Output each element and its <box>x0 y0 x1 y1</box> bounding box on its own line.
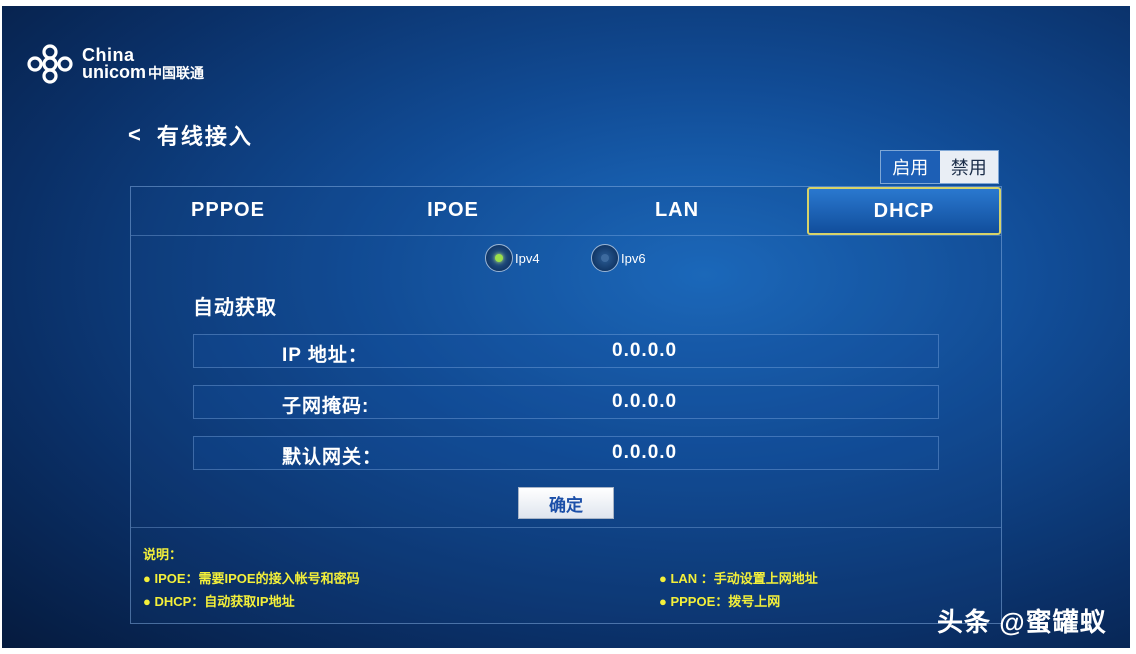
subnet-mask-value: 0.0.0.0 <box>612 391 678 412</box>
back-button[interactable]: < 有线接入 <box>128 119 253 151</box>
gateway-value: 0.0.0.0 <box>612 442 678 463</box>
note-dhcp: ● DHCP：自动获取IP地址 <box>143 594 295 609</box>
tab-pppoe[interactable]: PPPOE <box>131 187 325 233</box>
frame-left-border <box>0 0 2 654</box>
watermark: 头条 @蜜罐蚁 <box>937 607 1107 637</box>
radio-ipv4[interactable]: Ipv4 <box>485 244 540 272</box>
tab-lan[interactable]: LAN <box>577 187 777 233</box>
china-unicom-logo: China unicom 中国联通 <box>22 40 204 88</box>
tab-ipoe[interactable]: IPOE <box>351 187 555 233</box>
frame-right-border <box>1130 0 1136 654</box>
enable-disable-toggle: 启用 禁用 <box>880 150 999 184</box>
note-ipoe: ● IPOE：需要IPOE的接入帐号和密码 <box>143 571 360 586</box>
unicom-knot-icon <box>27 44 73 84</box>
chevron-left-icon: < <box>128 122 143 147</box>
field-row-mask: 子网掩码: 0.0.0.0 <box>193 385 939 419</box>
notes-divider <box>131 527 1001 528</box>
field-row-gateway: 默认网关： 0.0.0.0 <box>193 436 939 470</box>
disable-option[interactable]: 禁用 <box>939 151 998 183</box>
radio-ipv6-indicator <box>591 244 619 272</box>
radio-ipv6-label: Ipv6 <box>621 250 646 266</box>
subnet-mask-label: 子网掩码: <box>282 396 370 417</box>
tab-dhcp[interactable]: DHCP <box>807 187 1001 235</box>
gateway-label: 默认网关： <box>282 447 383 468</box>
field-row-ip: IP 地址： 0.0.0.0 <box>193 334 939 368</box>
settings-panel: PPPOE IPOE LAN DHCP Ipv4 Ipv6 自动获取 IP 地址… <box>130 186 1002 624</box>
radio-ipv4-indicator <box>485 244 513 272</box>
frame-bottom-border <box>0 648 1136 654</box>
confirm-button[interactable]: 确定 <box>518 487 614 519</box>
connection-tabs: PPPOE IPOE LAN DHCP <box>131 187 1001 236</box>
radio-ipv6[interactable]: Ipv6 <box>591 244 646 272</box>
note-pppoe: ● PPPOE：拨号上网 <box>659 594 781 609</box>
enable-option[interactable]: 启用 <box>881 151 940 183</box>
radio-ipv4-label: Ipv4 <box>515 250 540 266</box>
ip-address-value: 0.0.0.0 <box>612 340 678 361</box>
frame-top-border <box>0 0 1136 6</box>
logo-text-unicom: unicom <box>82 61 147 82</box>
notes-title: 说明： <box>143 547 183 562</box>
note-lan: ● LAN ：手动设置上网地址 <box>659 571 818 586</box>
page-title: 有线接入 <box>156 124 253 149</box>
section-title: 自动获取 <box>193 297 277 319</box>
ip-address-label: IP 地址： <box>282 345 368 366</box>
logo-text-cn: 中国联通 <box>148 64 205 81</box>
